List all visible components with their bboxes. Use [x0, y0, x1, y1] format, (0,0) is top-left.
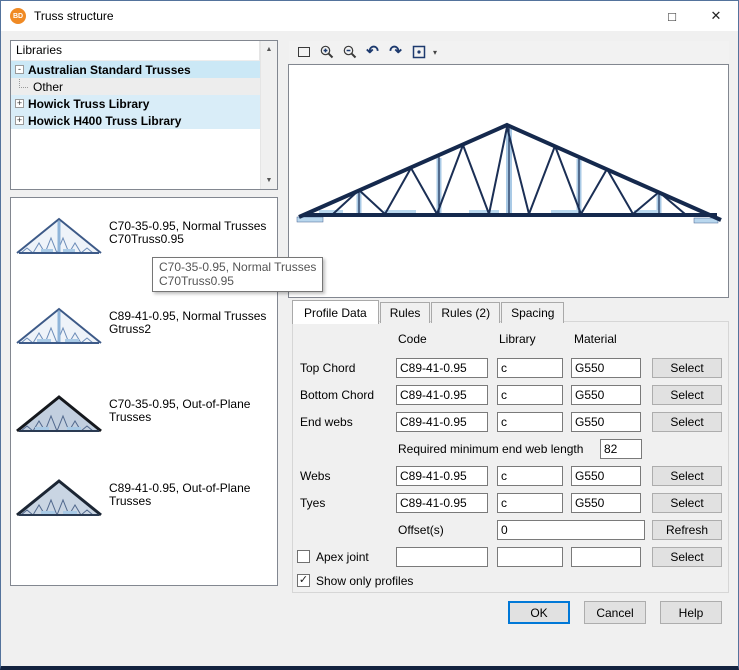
- tab-rules[interactable]: Rules: [380, 302, 431, 323]
- truss-item-line2: Gtruss2: [109, 323, 266, 336]
- library-column-header: Library: [499, 332, 536, 346]
- cancel-button[interactable]: Cancel: [584, 601, 646, 624]
- library-item-other[interactable]: Other: [11, 78, 260, 95]
- zoom-out-icon[interactable]: [341, 44, 358, 61]
- bottom-chord-material-input[interactable]: [571, 385, 641, 405]
- show-only-profiles-checkbox[interactable]: ✓: [297, 574, 310, 587]
- webs-code-input[interactable]: [396, 466, 488, 486]
- truss-item-line2: Trusses: [109, 495, 250, 508]
- collapse-icon[interactable]: -: [15, 65, 24, 74]
- truss-list-panel: C70-35-0.95, Normal Trusses C70Truss0.95…: [10, 197, 278, 586]
- title-bar: BD Truss structure □ ✕: [1, 1, 738, 31]
- app-logo-icon: BD: [10, 8, 26, 24]
- apex-material-input[interactable]: [571, 547, 641, 567]
- tooltip-line1: C70-35-0.95, Normal Trusses: [159, 260, 316, 274]
- bottom-chord-code-input[interactable]: [396, 385, 488, 405]
- truss-preview-canvas[interactable]: [288, 64, 729, 298]
- library-item-label: Other: [33, 80, 63, 94]
- top-chord-code-input[interactable]: [396, 358, 488, 378]
- end-webs-select-button[interactable]: Select: [652, 412, 722, 432]
- apex-library-input[interactable]: [497, 547, 563, 567]
- offsets-input[interactable]: [497, 520, 645, 540]
- show-only-profiles-label: Show only profiles: [316, 571, 413, 591]
- code-column-header: Code: [398, 332, 427, 346]
- tab-profile-data[interactable]: Profile Data: [292, 300, 379, 324]
- bottom-chord-select-button[interactable]: Select: [652, 385, 722, 405]
- refresh-button[interactable]: Refresh: [652, 520, 722, 540]
- webs-material-input[interactable]: [571, 466, 641, 486]
- tyes-material-input[interactable]: [571, 493, 641, 513]
- dropdown-arrow-icon[interactable]: ▾: [433, 48, 442, 57]
- library-item-howick-h400-truss-library[interactable]: + Howick H400 Truss Library: [11, 112, 260, 129]
- fit-view-icon[interactable]: [410, 44, 427, 61]
- truss-thumbnail-image: [15, 212, 103, 260]
- bottom-chord-library-input[interactable]: [497, 385, 563, 405]
- maximize-button[interactable]: □: [650, 1, 694, 31]
- tyes-code-input[interactable]: [396, 493, 488, 513]
- help-button[interactable]: Help: [660, 601, 722, 624]
- apex-joint-label: Apex joint: [316, 547, 369, 567]
- tab-rules-2[interactable]: Rules (2): [431, 302, 500, 323]
- apex-joint-checkbox[interactable]: [297, 550, 310, 563]
- tyes-library-input[interactable]: [497, 493, 563, 513]
- tyes-select-button[interactable]: Select: [652, 493, 722, 513]
- ok-button[interactable]: OK: [508, 601, 570, 624]
- zoom-in-icon[interactable]: [318, 44, 335, 61]
- truss-item-line2: C70Truss0.95: [109, 233, 266, 246]
- libraries-panel: Libraries - Australian Standard Trusses …: [10, 40, 278, 190]
- end-webs-label: End webs: [300, 412, 353, 432]
- rotate-left-icon[interactable]: ↶: [364, 44, 381, 61]
- tyes-label: Tyes: [300, 493, 325, 513]
- library-item-label: Howick Truss Library: [28, 97, 149, 111]
- window-title: Truss structure: [34, 9, 650, 23]
- scroll-up-icon[interactable]: ▲: [261, 41, 277, 58]
- profile-tabs: Profile Data Rules Rules (2) Spacing: [292, 300, 565, 323]
- top-chord-label: Top Chord: [300, 358, 355, 378]
- tree-line-icon: [19, 79, 28, 88]
- library-item-label: Howick H400 Truss Library: [28, 114, 181, 128]
- expand-icon[interactable]: +: [15, 99, 24, 108]
- offsets-label: Offset(s): [398, 520, 444, 540]
- tooltip-line2: C70Truss0.95: [159, 274, 316, 288]
- truss-thumbnail-image: [15, 302, 103, 350]
- preview-toolbar: ↶ ↷ ▾: [289, 41, 729, 63]
- top-chord-select-button[interactable]: Select: [652, 358, 722, 378]
- truss-thumbnail-image: [15, 474, 103, 522]
- libraries-column-header[interactable]: Libraries: [11, 41, 260, 61]
- material-column-header: Material: [574, 332, 617, 346]
- webs-select-button[interactable]: Select: [652, 466, 722, 486]
- rotate-right-icon[interactable]: ↷: [387, 44, 404, 61]
- libraries-scrollbar[interactable]: ▲ ▼: [260, 41, 277, 189]
- truss-thumbnail-image: [15, 390, 103, 438]
- library-item-howick-truss-library[interactable]: + Howick Truss Library: [11, 95, 260, 112]
- min-end-web-length-input[interactable]: [600, 439, 642, 459]
- apex-select-button[interactable]: Select: [652, 547, 722, 567]
- min-end-web-length-label: Required minimum end web length: [398, 439, 583, 459]
- truss-list-item-c70-out-of-plane[interactable]: C70-35-0.95, Out-of-Plane Trusses: [11, 386, 277, 448]
- zoom-window-icon[interactable]: [295, 44, 312, 61]
- tab-spacing[interactable]: Spacing: [501, 302, 564, 323]
- truss-preview-drawing: [289, 65, 728, 297]
- library-item-label: Australian Standard Trusses: [28, 63, 191, 77]
- truss-item-tooltip: C70-35-0.95, Normal Trusses C70Truss0.95: [152, 257, 323, 292]
- close-button[interactable]: ✕: [694, 1, 738, 31]
- scroll-down-icon[interactable]: ▼: [261, 172, 277, 189]
- end-webs-library-input[interactable]: [497, 412, 563, 432]
- webs-label: Webs: [300, 466, 330, 486]
- end-webs-code-input[interactable]: [396, 412, 488, 432]
- webs-library-input[interactable]: [497, 466, 563, 486]
- bottom-chord-label: Bottom Chord: [300, 385, 374, 405]
- library-item-australian-standard-trusses[interactable]: - Australian Standard Trusses: [11, 61, 260, 78]
- top-chord-library-input[interactable]: [497, 358, 563, 378]
- truss-list-item-c89-normal[interactable]: C89-41-0.95, Normal Trusses Gtruss2: [11, 298, 277, 360]
- truss-list-item-c89-out-of-plane[interactable]: C89-41-0.95, Out-of-Plane Trusses: [11, 470, 277, 532]
- apex-code-input[interactable]: [396, 547, 488, 567]
- top-chord-material-input[interactable]: [571, 358, 641, 378]
- truss-item-line2: Trusses: [109, 411, 250, 424]
- end-webs-material-input[interactable]: [571, 412, 641, 432]
- expand-icon[interactable]: +: [15, 116, 24, 125]
